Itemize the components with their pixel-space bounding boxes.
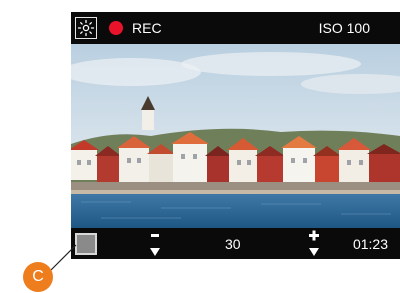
callout-badge: C: [23, 262, 53, 292]
record-indicator-icon: [109, 21, 123, 35]
thumbnail-button[interactable]: [75, 233, 97, 255]
status-bar: REC ISO 100: [71, 12, 400, 44]
sun-icon[interactable]: [75, 17, 97, 39]
control-bar: 30 01:23: [71, 228, 400, 259]
iso-label[interactable]: ISO 100: [319, 20, 370, 36]
plus-icon[interactable]: [306, 229, 322, 258]
camera-screen: REC ISO 100 30 01:23: [71, 12, 400, 259]
minus-icon[interactable]: [147, 229, 163, 258]
recording-time: 01:23: [352, 236, 388, 252]
viewfinder-image: [71, 44, 400, 228]
record-label: REC: [132, 20, 162, 36]
setting-value: 30: [225, 236, 241, 252]
